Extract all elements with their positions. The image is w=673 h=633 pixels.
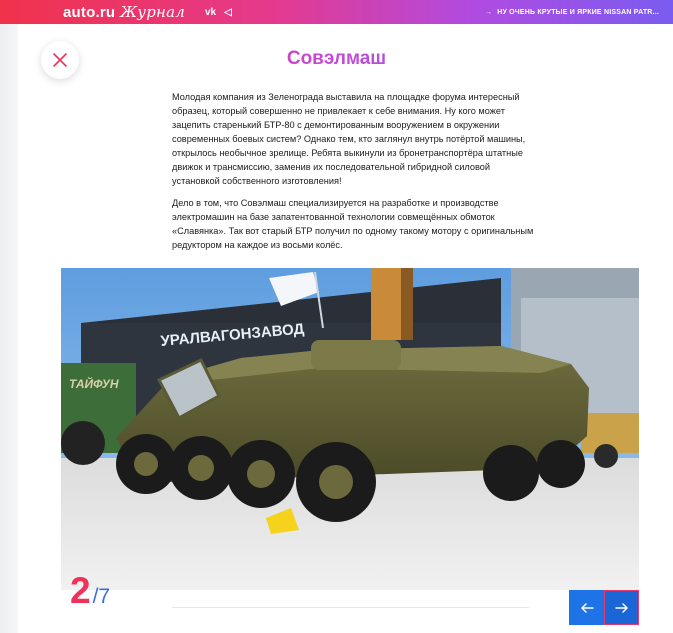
paragraph: Молодая компания из Зеленограда выставил… [172, 92, 526, 186]
next-article-title: НУ ОЧЕНЬ КРУТЫЕ И ЯРКИЕ NISSAN PATR... [497, 8, 659, 16]
slide-counter: 2 /7 [70, 572, 110, 609]
vehicle-label: ТАЙФУН [69, 375, 119, 391]
page-background [0, 24, 18, 633]
next-article-link[interactable]: → НУ ОЧЕНЬ КРУТЫЕ И ЯРКИЕ NISSAN PATR... [485, 0, 659, 24]
prev-slide-button[interactable] [569, 590, 604, 625]
site-logo[interactable]: auto.ru Журнал [63, 3, 185, 21]
vk-icon[interactable]: vk [205, 7, 216, 18]
social-links: vk ◁ [205, 7, 232, 18]
logo-main: auto.ru [63, 4, 116, 21]
slide-title: Совэлмаш [0, 48, 673, 70]
next-slide-button[interactable] [604, 590, 639, 625]
current-slide-number: 2 [70, 570, 91, 611]
paragraph: Дело в том, что Совэлмаш специализируетс… [172, 198, 534, 250]
logo-script: Журнал [120, 3, 185, 21]
divider [172, 607, 529, 608]
slide-text: Молодая компания из Зеленограда выставил… [172, 90, 534, 260]
telegram-icon[interactable]: ◁ [224, 7, 232, 18]
top-bar: auto.ru Журнал vk ◁ → НУ ОЧЕНЬ КРУТЫЕ И … [0, 0, 673, 24]
arrow-left-icon [580, 602, 594, 613]
total-slides: /7 [92, 585, 111, 608]
slide-photo: УРАЛВАГОНЗАВОД ТАЙФУН [61, 268, 639, 590]
arrow-right-icon [614, 602, 628, 613]
arrow-right-icon: → [484, 8, 493, 16]
